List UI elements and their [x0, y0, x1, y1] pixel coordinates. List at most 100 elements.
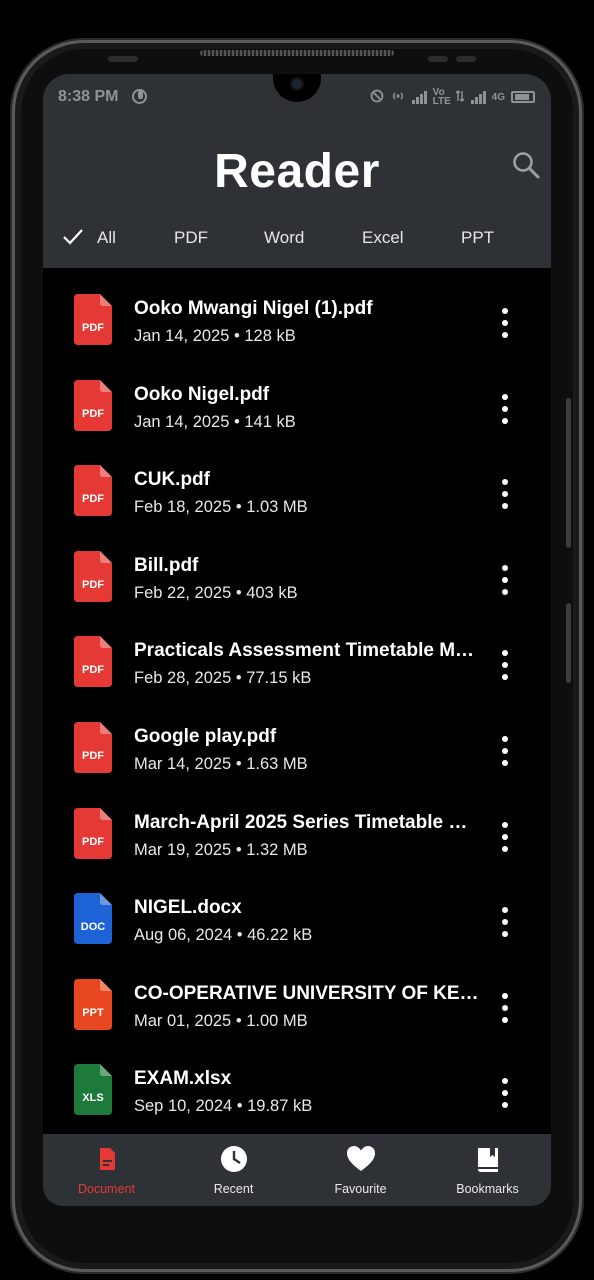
more-options-icon[interactable]	[495, 991, 515, 1025]
more-options-icon[interactable]	[495, 306, 515, 340]
file-date: Feb 28, 2025	[134, 669, 232, 688]
file-size: 1.03 MB	[246, 498, 308, 517]
file-meta: Jan 14, 2025 • 141 kB	[134, 413, 296, 432]
nav-recent[interactable]: Recent	[170, 1134, 297, 1206]
file-row[interactable]: XLS EXAM.xlsx Sep 10, 2024 • 19.87 kB	[43, 1038, 551, 1124]
file-row[interactable]: DOC NIGEL.docx Aug 06, 2024 • 46.22 kB	[43, 867, 551, 953]
file-date: Mar 19, 2025	[134, 840, 232, 859]
file-row[interactable]: PDF Practicals Assessment Timetable M… Feb…	[43, 610, 551, 696]
signal-icon	[411, 90, 427, 104]
sensor	[456, 56, 476, 62]
file-meta: Jan 14, 2025 • 128 kB	[134, 327, 296, 346]
file-size: 77.15 kB	[246, 669, 312, 688]
more-options-icon[interactable]	[495, 563, 515, 597]
meta-separator: •	[231, 840, 247, 859]
sensor	[428, 56, 448, 62]
file-row[interactable]: PDF Ooko Mwangi Nigel (1).pdf Jan 14, 2025…	[43, 268, 551, 354]
file-row[interactable]: PDF March-April 2025 Series Timetable … Ma…	[43, 782, 551, 868]
file-date: Mar 01, 2025	[134, 1011, 232, 1030]
file-date: Sep 10, 2024	[134, 1097, 233, 1116]
doc-file-icon: DOC	[74, 893, 112, 945]
meta-separator: •	[231, 583, 247, 602]
file-meta: Mar 19, 2025 • 1.32 MB	[134, 841, 308, 860]
power-button	[566, 603, 571, 683]
file-date: Jan 14, 2025	[134, 327, 230, 345]
svg-text:PDF: PDF	[82, 322, 104, 334]
file-name: NIGEL.docx	[134, 897, 242, 919]
more-options-icon[interactable]	[495, 477, 515, 511]
nav-recent-label: Recent	[213, 1182, 254, 1196]
bottom-navigation: Document Recent Favourite Bookmarks	[43, 1134, 551, 1206]
more-options-icon[interactable]	[495, 648, 515, 682]
status-icons: Vo LTE 4G	[370, 88, 535, 107]
check-icon	[63, 229, 83, 245]
svg-text:PDF: PDF	[82, 664, 104, 676]
pdf-file-icon: PDF	[74, 550, 112, 602]
file-date: Feb 18, 2025	[134, 498, 232, 517]
file-name: March-April 2025 Series Timetable …	[134, 811, 468, 833]
tab-pdf[interactable]: PDF	[174, 228, 208, 248]
clock-icon	[221, 1146, 247, 1172]
nav-favourite[interactable]: Favourite	[297, 1134, 424, 1206]
pdf-file-icon: PDF	[74, 379, 112, 431]
meta-separator: •	[231, 1011, 247, 1030]
file-name: Practicals Assessment Timetable M…	[134, 640, 475, 662]
nav-bookmarks[interactable]: Bookmarks	[424, 1134, 551, 1206]
tab-word[interactable]: Word	[264, 228, 304, 248]
pdf-file-icon: PDF	[74, 722, 112, 773]
more-options-icon[interactable]	[495, 1076, 515, 1110]
file-size: 46.22 kB	[247, 926, 313, 945]
svg-text:XLS: XLS	[82, 1092, 103, 1104]
file-row[interactable]: PDF CUK.pdf Feb 18, 2025 • 1.03 MB	[43, 439, 551, 525]
ppt-file-icon: PPT	[74, 978, 112, 1030]
file-size: 1.32 MB	[246, 840, 308, 859]
tab-excel[interactable]: Excel	[362, 228, 404, 248]
file-name: CUK.pdf	[134, 469, 210, 491]
file-meta: Sep 10, 2024 • 19.87 kB	[134, 1097, 312, 1116]
more-options-icon[interactable]	[495, 820, 515, 854]
file-size: 1.63 MB	[246, 755, 308, 773]
document-icon	[100, 1148, 115, 1170]
search-icon[interactable]	[511, 150, 541, 180]
app-header: 8:38 PM Vo LTE 4G Reader All PDF Word Ex…	[43, 74, 551, 268]
screen: 8:38 PM Vo LTE 4G Reader All PDF Word Ex…	[43, 74, 551, 1206]
app-notification-icon	[132, 89, 147, 104]
tab-ppt[interactable]: PPT	[461, 228, 494, 248]
battery-icon	[511, 91, 535, 103]
more-options-icon[interactable]	[495, 905, 515, 939]
file-name: CO-OPERATIVE UNIVERSITY OF KE…	[134, 982, 479, 1004]
more-options-icon[interactable]	[495, 392, 515, 426]
signal-icon-2	[470, 90, 486, 104]
file-meta: Feb 22, 2025 • 403 kB	[134, 584, 298, 603]
file-meta: Mar 01, 2025 • 1.00 MB	[134, 1012, 308, 1031]
tab-all[interactable]: All	[97, 228, 116, 248]
file-meta: Feb 28, 2025 • 77.15 kB	[134, 669, 311, 688]
file-date: Mar 14, 2025	[134, 755, 232, 773]
svg-text:PDF: PDF	[82, 493, 104, 505]
file-size: 19.87 kB	[247, 1097, 313, 1116]
sensor	[108, 56, 138, 62]
svg-text:DOC: DOC	[81, 921, 106, 933]
file-row[interactable]: PDF Google play.pdf Mar 14, 2025 • 1.63 MB	[43, 696, 551, 782]
filter-tabs: All PDF Word Excel PPT	[43, 224, 551, 254]
file-row[interactable]: PDF Bill.pdf Feb 22, 2025 • 403 kB	[43, 525, 551, 611]
file-meta: Mar 14, 2025 • 1.63 MB	[134, 755, 308, 774]
more-options-icon[interactable]	[495, 734, 515, 768]
network-label-2: 4G	[491, 91, 505, 103]
file-size: 141 kB	[244, 412, 296, 431]
file-row[interactable]: PDF Ooko Nigel.pdf Jan 14, 2025 • 141 kB	[43, 354, 551, 440]
svg-text:PPT: PPT	[82, 1007, 104, 1019]
xls-file-icon: XLS	[74, 1064, 112, 1116]
book-icon	[478, 1148, 498, 1172]
file-row[interactable]: PPT CO-OPERATIVE UNIVERSITY OF KE… Mar 01,…	[43, 953, 551, 1039]
svg-text:PDF: PDF	[82, 836, 104, 848]
meta-separator: •	[232, 926, 248, 945]
nav-bookmarks-label: Bookmarks	[456, 1182, 519, 1196]
data-transfer-icon	[455, 89, 465, 106]
nav-document[interactable]: Document	[43, 1134, 170, 1206]
file-size: 403 kB	[246, 583, 298, 602]
svg-text:PDF: PDF	[82, 750, 104, 762]
volume-button	[566, 398, 571, 548]
status-time: 8:38 PM	[58, 88, 119, 105]
nav-favourite-label: Favourite	[334, 1182, 387, 1196]
